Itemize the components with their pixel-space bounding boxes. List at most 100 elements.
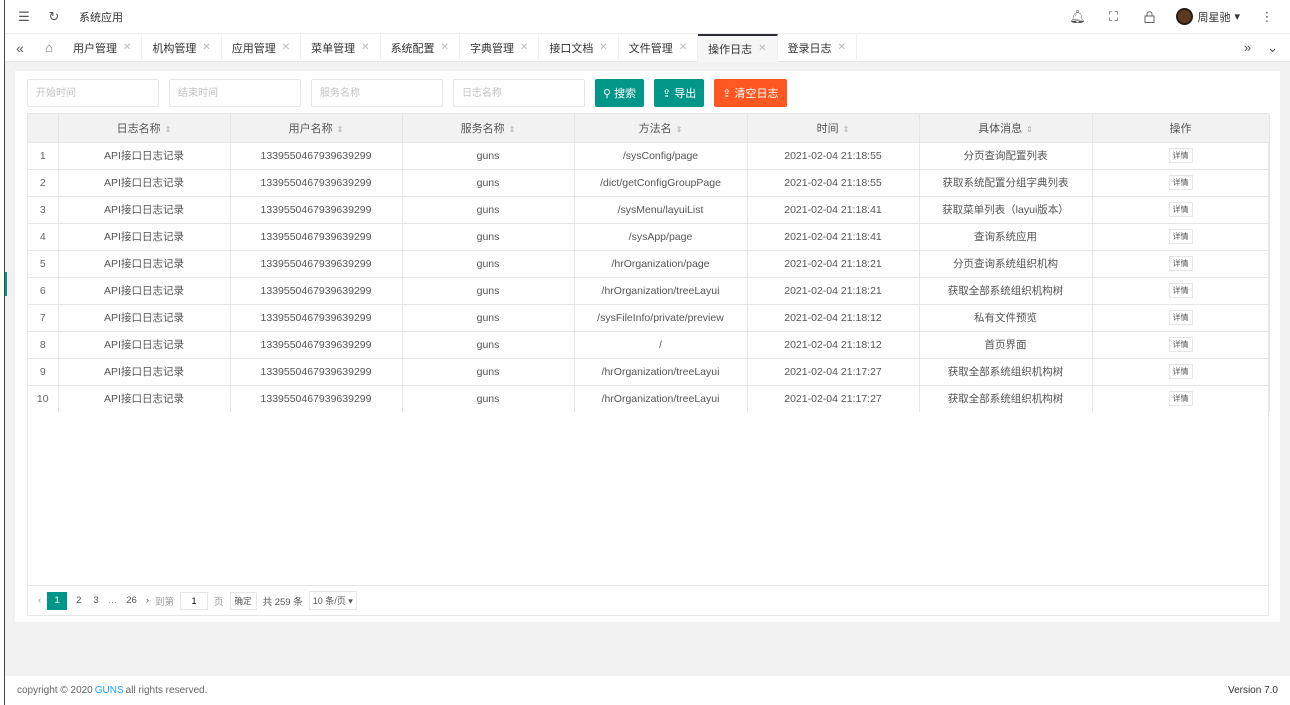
sort-icon[interactable]: ⇕ [165, 125, 172, 134]
sidebar-collapse-handle[interactable] [5, 272, 7, 296]
table-row: 1 API接口日志记录 1339550467939639299 guns /sy… [28, 141, 1270, 169]
cell-action: 详情 [1092, 141, 1270, 169]
header-label: 服务名称 [460, 122, 505, 135]
tab-label: 登录日志 [787, 42, 832, 55]
end-time-input[interactable] [169, 79, 301, 107]
col-user-name-header[interactable]: 用户名称 ⇕ [230, 114, 403, 142]
table-row: 3 API接口日志记录 1339550467939639299 guns /sy… [28, 195, 1270, 223]
brand-link[interactable]: GUNS [95, 685, 124, 696]
log-name-input[interactable] [453, 79, 585, 107]
page-ellipsis: … [107, 595, 118, 606]
footer: copyright © 2020 GUNS all rights reserve… [5, 676, 1290, 705]
col-time-header[interactable]: 时间 ⇕ [747, 114, 920, 142]
sort-icon[interactable]: ⇕ [337, 125, 344, 134]
detail-button[interactable]: 详情 [1168, 337, 1193, 352]
close-icon[interactable]: ✕ [282, 42, 290, 53]
fullscreen-icon[interactable]: ⛶ [1104, 8, 1122, 26]
start-time-input[interactable] [27, 79, 159, 107]
tab-menu-management[interactable]: 菜单管理 ✕ [301, 33, 381, 62]
page-current[interactable]: 1 [47, 591, 68, 610]
close-icon[interactable]: ✕ [361, 42, 369, 53]
close-icon[interactable]: ✕ [599, 42, 607, 53]
next-page-icon[interactable]: › [146, 595, 149, 606]
lock-icon[interactable] [1140, 8, 1158, 26]
cell-message: 获取全部系统组织机构树 [919, 357, 1093, 385]
tab-org-management[interactable]: 机构管理 ✕ [142, 33, 222, 62]
detail-button[interactable]: 详情 [1168, 310, 1193, 325]
tabs-scroll-left-icon[interactable]: « [5, 40, 35, 56]
sort-icon[interactable]: ⇕ [509, 125, 516, 134]
detail-button[interactable]: 详情 [1168, 391, 1193, 407]
header-label: 日志名称 [116, 122, 161, 135]
refresh-icon[interactable]: ↻ [45, 8, 63, 26]
tabs-scroll-right-icon[interactable]: » [1244, 40, 1251, 55]
goto-page-input[interactable] [180, 591, 209, 610]
detail-button[interactable]: 详情 [1168, 364, 1193, 379]
page-link[interactable]: 3 [90, 595, 101, 606]
goto-label: 到第 [155, 596, 175, 608]
detail-button[interactable]: 详情 [1168, 229, 1193, 244]
detail-button[interactable]: 详情 [1168, 256, 1193, 271]
goto-confirm-button[interactable]: 确定 [229, 591, 257, 610]
clear-log-button[interactable]: ⇪ 清空日志 [714, 79, 787, 107]
pagination: ‹ 1 2 3 … 26 › 到第 页 确定 共 259 条 10 条/页 ▾ [27, 586, 1269, 616]
page-size-select[interactable]: 10 条/页 ▾ [308, 591, 357, 610]
row-index: 10 [28, 384, 59, 412]
total-count: 共 259 条 [262, 596, 303, 608]
tab-dict-management[interactable]: 字典管理 ✕ [460, 33, 540, 62]
col-service-name-header[interactable]: 服务名称 ⇕ [402, 114, 575, 142]
tab-api-docs[interactable]: 接口文档 ✕ [539, 33, 619, 62]
tab-operation-log[interactable]: 操作日志 ✕ [698, 33, 778, 62]
detail-button[interactable]: 详情 [1168, 283, 1193, 298]
close-icon[interactable]: ✕ [758, 43, 766, 54]
cell-service-name: guns [402, 330, 575, 358]
cell-log-name: API接口日志记录 [58, 303, 231, 331]
chevron-down-icon[interactable]: ⌄ [1267, 40, 1278, 56]
tab-login-log[interactable]: 登录日志 ✕ [778, 33, 857, 62]
menu-toggle-icon[interactable]: ☰ [15, 8, 33, 26]
close-icon[interactable]: ✕ [202, 42, 210, 53]
col-log-name-header[interactable]: 日志名称 ⇕ [58, 114, 231, 142]
home-icon[interactable]: ⌂ [35, 40, 63, 55]
search-button-label: 搜索 [614, 88, 637, 100]
user-menu[interactable]: 周星驰 ▾ [1176, 8, 1240, 25]
page-link[interactable]: 2 [73, 595, 84, 606]
table-row: 6 API接口日志记录 1339550467939639299 guns /hr… [28, 276, 1270, 304]
detail-button[interactable]: 详情 [1168, 175, 1193, 190]
tab-file-management[interactable]: 文件管理 ✕ [619, 33, 699, 62]
more-vertical-icon[interactable]: ⋮ [1258, 8, 1276, 26]
sort-icon[interactable]: ⇕ [1026, 125, 1033, 134]
cell-method: / [574, 330, 748, 358]
close-icon[interactable]: ✕ [441, 42, 449, 53]
search-bar: ⚲ 搜索 ⇪ 导出 ⇪ 清空日志 [27, 79, 787, 107]
cell-service-name: guns [402, 357, 575, 385]
cell-user-name: 1339550467939639299 [230, 357, 403, 385]
detail-button[interactable]: 详情 [1168, 202, 1193, 217]
close-icon[interactable]: ✕ [520, 42, 528, 53]
table-row: 5 API接口日志记录 1339550467939639299 guns /hr… [28, 249, 1270, 277]
col-method-header[interactable]: 方法名 ⇕ [574, 114, 748, 142]
service-name-input[interactable] [311, 79, 443, 107]
cell-action: 详情 [1092, 222, 1270, 250]
header-label: 时间 [816, 122, 839, 135]
app-title[interactable]: 系统应用 [79, 9, 123, 25]
bell-icon[interactable]: 🔔︎ [1068, 8, 1086, 26]
detail-button[interactable]: 详情 [1168, 148, 1193, 163]
col-message-header[interactable]: 具体消息 ⇕ [919, 114, 1093, 142]
close-icon[interactable]: ✕ [838, 42, 846, 53]
prev-page-icon[interactable]: ‹ [38, 595, 41, 606]
caret-down-icon: ▾ [1234, 11, 1240, 23]
sort-icon[interactable]: ⇕ [676, 125, 683, 134]
tab-app-management[interactable]: 应用管理 ✕ [222, 33, 302, 62]
tab-system-config[interactable]: 系统配置 ✕ [381, 33, 460, 62]
close-icon[interactable]: ✕ [679, 42, 687, 53]
page-link-last[interactable]: 26 [123, 595, 140, 606]
tab-user-management[interactable]: 用户管理 ✕ [63, 33, 143, 62]
cell-time: 2021-02-04 21:18:41 [747, 222, 920, 250]
tab-label: 机构管理 [152, 42, 197, 55]
export-button[interactable]: ⇪ 导出 [654, 79, 705, 107]
sort-icon[interactable]: ⇕ [843, 125, 850, 134]
close-icon[interactable]: ✕ [123, 42, 131, 53]
cell-message: 获取系统配置分组字典列表 [919, 168, 1093, 196]
search-button[interactable]: ⚲ 搜索 [595, 79, 645, 107]
